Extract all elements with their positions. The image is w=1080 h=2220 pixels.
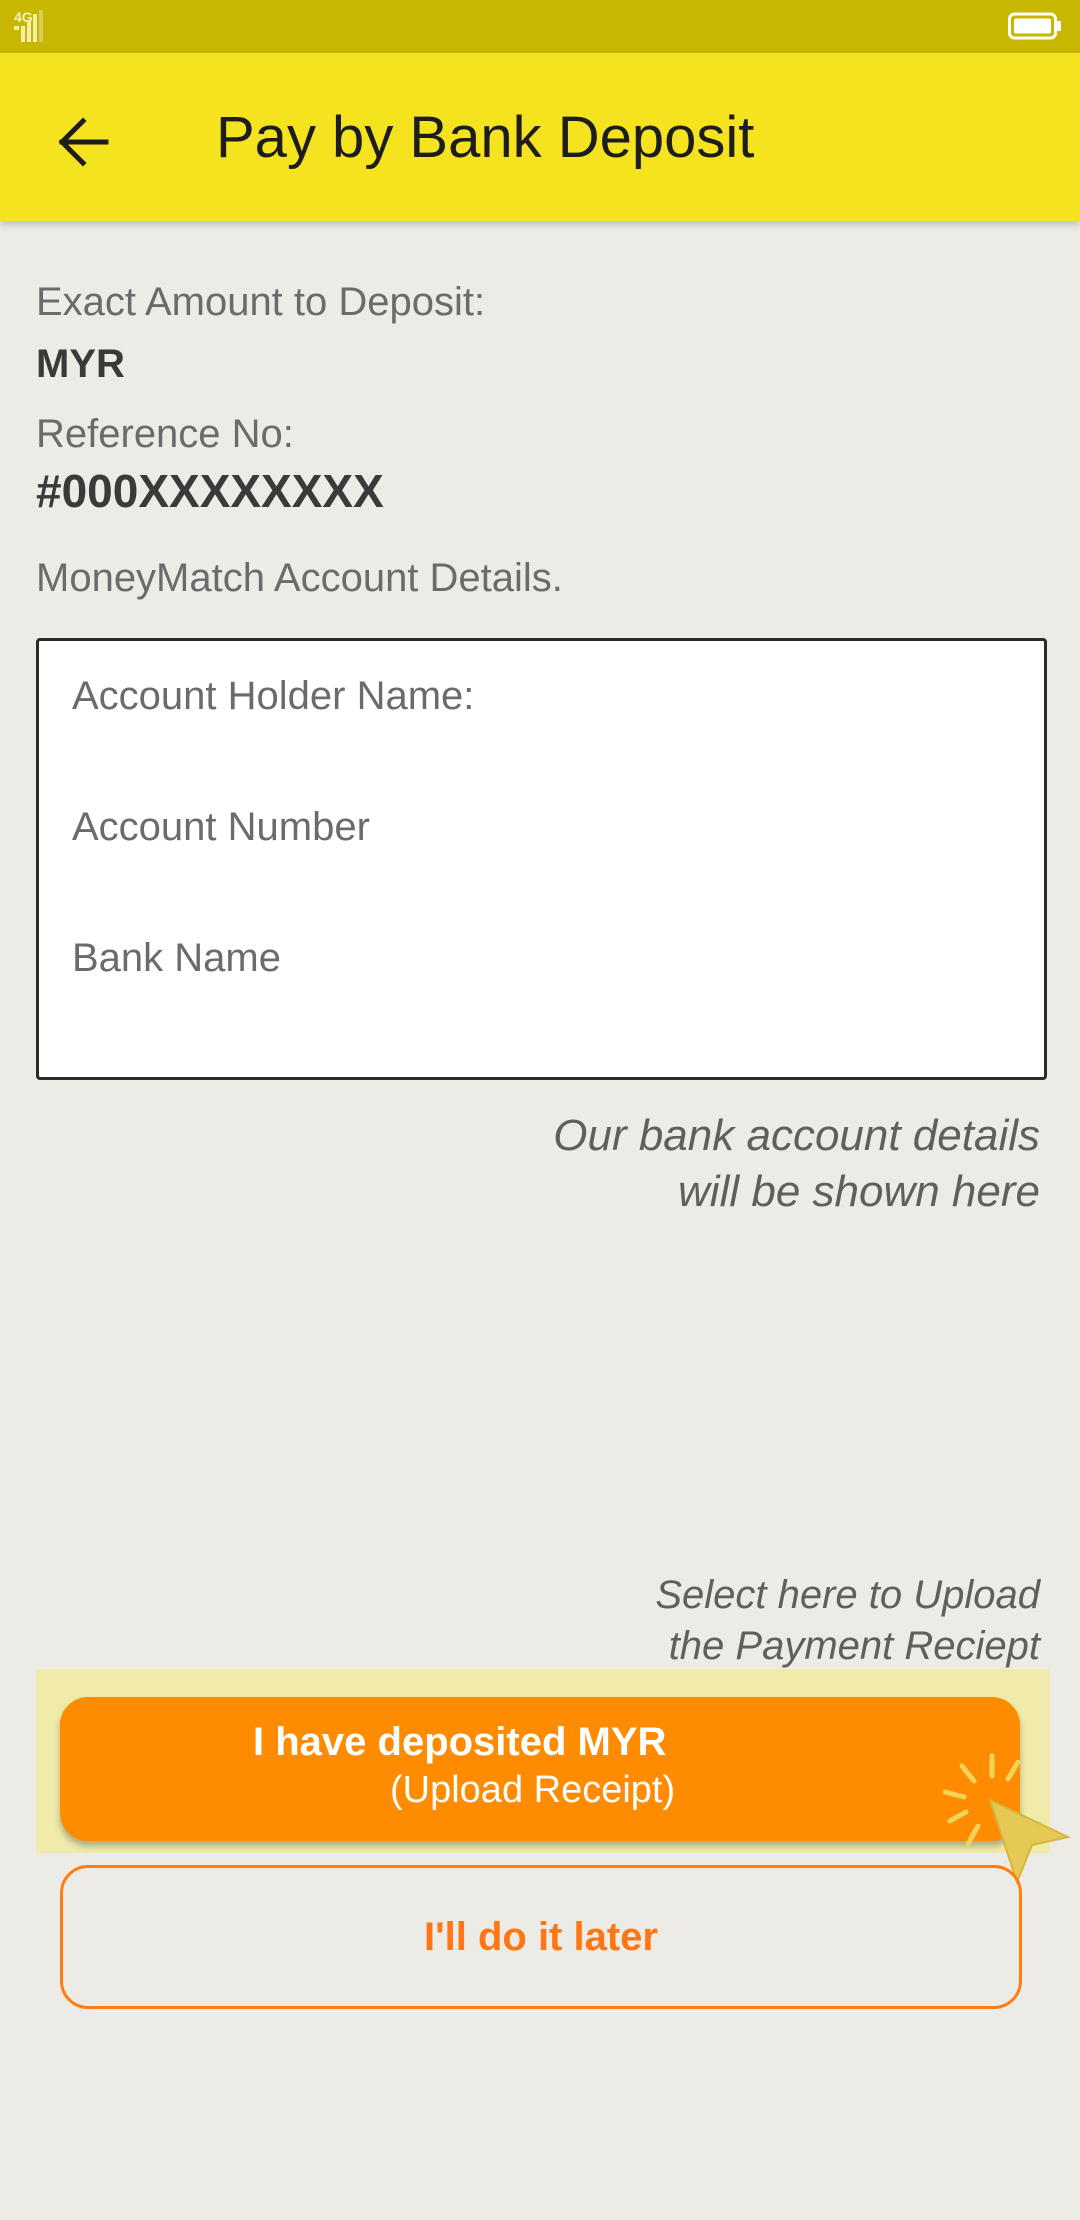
do-it-later-label: I'll do it later [424, 1914, 658, 1959]
account-details-box: Account Holder Name: Account Number Bank… [36, 638, 1047, 1080]
amount-value: MYR [36, 342, 125, 386]
upload-hint: Select here to Upload the Payment Reciep… [655, 1570, 1040, 1672]
account-holder-name-label: Account Holder Name: [72, 674, 475, 718]
account-hint-line-2: will be shown here [678, 1167, 1040, 1216]
upload-hint-line-1: Select here to Upload [655, 1573, 1040, 1617]
account-details-hint: Our bank account details will be shown h… [553, 1108, 1040, 1220]
account-section-label: MoneyMatch Account Details. [36, 556, 563, 600]
app-bar: Pay by Bank Deposit [0, 53, 1080, 221]
deposited-button-sublabel: (Upload Receipt) [390, 1769, 676, 1811]
deposited-upload-receipt-button[interactable]: I have deposited MYR (Upload Receipt) [60, 1697, 1020, 1841]
signal-icon: 4G [14, 10, 58, 42]
upload-hint-line-2: the Payment Reciept [668, 1624, 1040, 1668]
account-number-label: Account Number [72, 805, 370, 849]
reference-value: #000XXXXXXXX [36, 465, 384, 517]
do-it-later-button[interactable]: I'll do it later [60, 1865, 1022, 2009]
reference-label: Reference No: [36, 412, 294, 456]
amount-label: Exact Amount to Deposit: [36, 280, 486, 324]
bank-name-label: Bank Name [72, 936, 281, 980]
arrow-left-icon[interactable] [50, 109, 116, 175]
status-bar: 4G [0, 0, 1080, 53]
deposited-button-label: I have deposited MYR [253, 1720, 667, 1764]
account-hint-line-1: Our bank account details [553, 1111, 1040, 1160]
page-title: Pay by Bank Deposit [216, 105, 755, 170]
battery-icon [1008, 12, 1062, 40]
